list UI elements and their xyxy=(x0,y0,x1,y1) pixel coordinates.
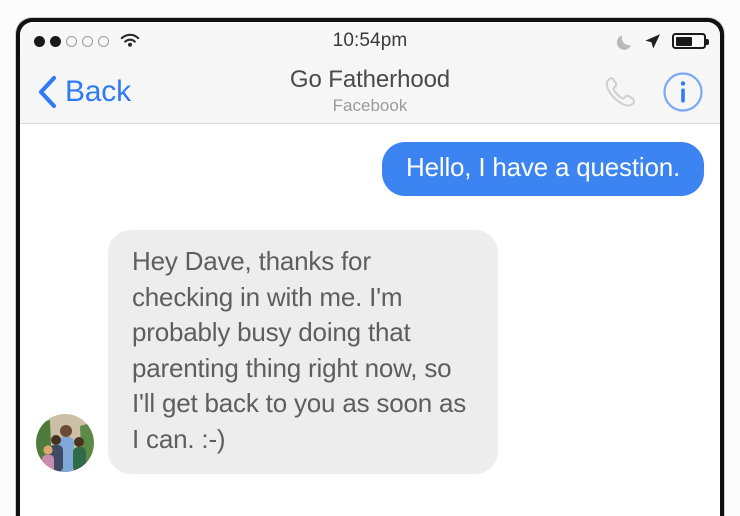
location-arrow-icon xyxy=(645,33,660,48)
message-bubble-incoming[interactable]: Hey Dave, thanks for checking in with me… xyxy=(108,230,498,474)
signal-dots-icon xyxy=(34,35,109,47)
avatar[interactable] xyxy=(36,413,94,472)
navigation-bar: Back Go Fatherhood Facebook xyxy=(20,60,720,124)
battery-icon xyxy=(672,33,709,49)
signal-dot-3 xyxy=(66,35,77,47)
back-button-label: Back xyxy=(65,74,131,108)
signal-dot-4 xyxy=(82,35,93,47)
screenshot-root: 10:54pm Back Go Fatherhood Facebook Hell… xyxy=(0,0,740,516)
message-bubble-outgoing[interactable]: Hello, I have a question. xyxy=(382,142,704,196)
chevron-left-icon xyxy=(38,75,57,108)
moon-icon xyxy=(616,34,631,50)
signal-dot-2 xyxy=(50,35,61,47)
message-list[interactable]: Hello, I have a question. Hey Dave, than… xyxy=(20,124,720,516)
phone-icon[interactable] xyxy=(600,72,640,112)
navigation-actions xyxy=(600,71,704,113)
device-frame: 10:54pm Back Go Fatherhood Facebook Hell… xyxy=(16,18,724,516)
device-screen: 10:54pm Back Go Fatherhood Facebook Hell… xyxy=(20,22,720,516)
status-bar-left xyxy=(34,32,142,50)
message-row-incoming: Hey Dave, thanks for checking in with me… xyxy=(20,230,720,474)
info-circle-icon[interactable] xyxy=(662,71,704,113)
wifi-icon xyxy=(120,33,140,47)
signal-dot-5 xyxy=(98,35,109,47)
status-bar-right xyxy=(616,32,709,51)
avatar-photo xyxy=(36,413,94,472)
message-row-outgoing: Hello, I have a question. xyxy=(20,142,720,196)
signal-dot-1 xyxy=(34,35,45,47)
back-button[interactable]: Back xyxy=(36,75,131,109)
status-bar: 10:54pm xyxy=(20,22,720,60)
battery-level-fill xyxy=(675,36,693,46)
